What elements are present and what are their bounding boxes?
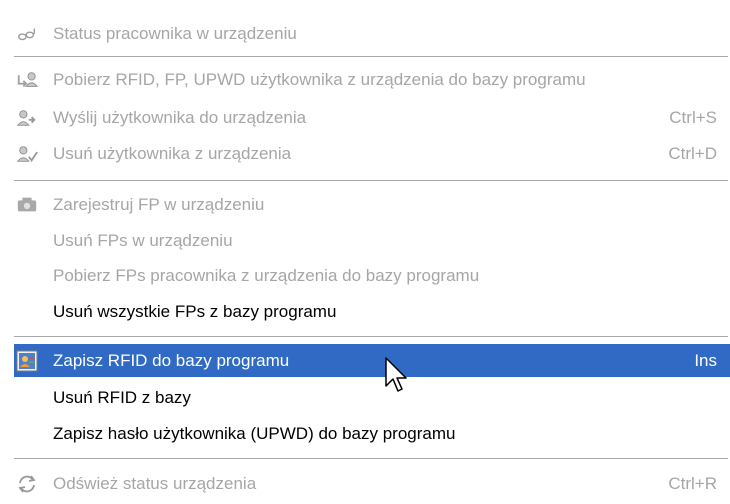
menu-item-shortcut: Ctrl+R	[668, 473, 717, 493]
menu-item-label: Odśwież status urządzenia	[53, 473, 257, 493]
menu-item-send-user[interactable]: Wyślij użytkownika do urządzenia Ctrl+S	[0, 101, 730, 134]
menu-item-shortcut: Ctrl+D	[668, 143, 717, 163]
fingerprint-register-icon	[16, 194, 38, 216]
menu-item-delete-rfid[interactable]: Usuń RFID z bazy	[0, 381, 730, 414]
separator	[14, 180, 728, 182]
menu-item-label: Zapisz hasło użytkownika (UPWD) do bazy …	[53, 423, 456, 443]
menu-item-label: Pobierz RFID, FP, UPWD użytkownika z urz…	[53, 69, 586, 89]
menu-item-label: Zarejestruj FP w urządzeniu	[53, 194, 265, 214]
menu-item-label: Usuń użytkownika z urządzenia	[53, 143, 292, 163]
user-send-icon	[16, 107, 38, 129]
menu-item-label: Status pracownika w urządzeniu	[53, 23, 297, 43]
card-save-icon	[16, 350, 38, 372]
menu-item-shortcut: Ctrl+S	[669, 107, 717, 127]
user-delete-icon	[16, 143, 38, 165]
menu-item-delete-user[interactable]: Usuń użytkownika z urządzenia Ctrl+D	[0, 137, 730, 170]
separator	[14, 336, 728, 338]
menu-item-label: Wyślij użytkownika do urządzenia	[53, 107, 307, 127]
menu-item-label: Usuń wszystkie FPs z bazy programu	[53, 301, 337, 321]
menu-item-label: Zapisz RFID do bazy programu	[53, 350, 290, 370]
menu-item-label: Usuń FPs w urządzeniu	[53, 230, 233, 250]
context-menu: Status pracownika w urządzeniu Pobierz R…	[0, 0, 730, 504]
menu-item-download-fps[interactable]: Pobierz FPs pracownika z urządzenia do b…	[0, 259, 730, 292]
menu-item-label: Usuń RFID z bazy	[53, 387, 191, 407]
menu-item-status[interactable]: Status pracownika w urządzeniu	[0, 17, 730, 50]
separator	[14, 458, 728, 460]
menu-item-label: Pobierz FPs pracownika z urządzenia do b…	[53, 265, 480, 285]
menu-item-delete-all-fps[interactable]: Usuń wszystkie FPs z bazy programu	[0, 295, 730, 328]
menu-item-register-fp[interactable]: Zarejestruj FP w urządzeniu	[0, 188, 730, 221]
menu-item-shortcut: Ins	[694, 350, 717, 370]
menu-item-save-rfid[interactable]: Zapisz RFID do bazy programu Ins	[14, 344, 730, 377]
menu-item-refresh-status[interactable]: Odśwież status urządzenia Ctrl+R	[0, 467, 730, 500]
menu-item-save-password[interactable]: Zapisz hasło użytkownika (UPWD) do bazy …	[0, 417, 730, 450]
refresh-icon	[16, 473, 38, 495]
menu-item-delete-fps-device[interactable]: Usuń FPs w urządzeniu	[0, 224, 730, 257]
menu-item-download-user[interactable]: Pobierz RFID, FP, UPWD użytkownika z urz…	[0, 63, 730, 96]
separator	[14, 56, 728, 58]
user-download-icon	[16, 69, 38, 91]
footprints-icon	[16, 23, 38, 45]
